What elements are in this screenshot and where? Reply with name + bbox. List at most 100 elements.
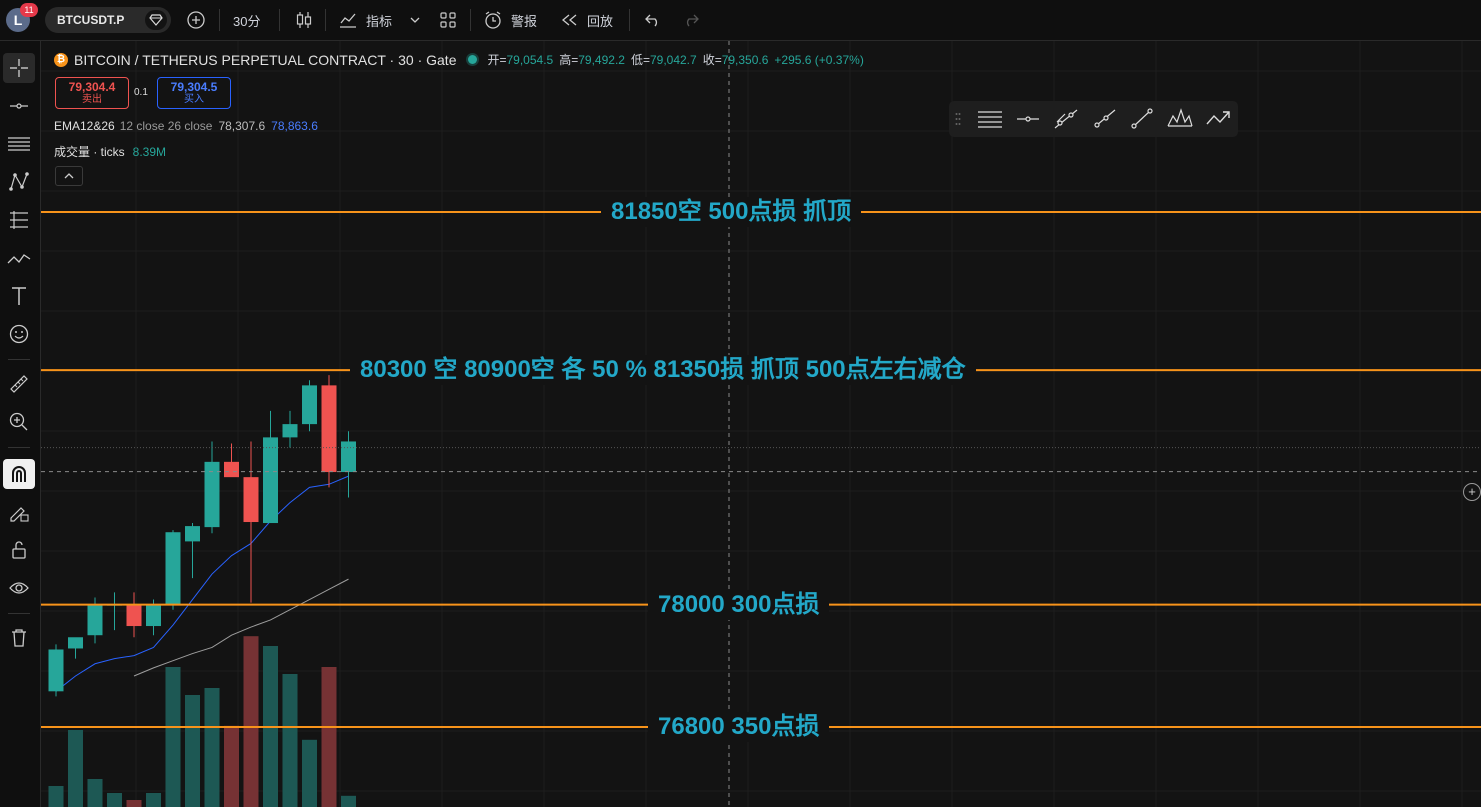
volume-bar	[48, 786, 64, 807]
parallel-lines-icon	[8, 137, 30, 151]
candle-body	[185, 526, 200, 542]
forecast-tool[interactable]	[1203, 105, 1233, 133]
volume-name: 成交量 · ticks	[54, 145, 125, 159]
annotation-label[interactable]: 81850空 500点损 抓顶	[601, 197, 862, 227]
annotation-label[interactable]: 80300 空 80900空 各 50 % 81350损 抓顶 500点左右减仓	[350, 355, 976, 386]
candle-body	[341, 441, 356, 473]
channel-tool[interactable]	[3, 129, 35, 159]
ema-fast-value: 78,863.6	[271, 119, 318, 133]
crosshair-icon	[10, 59, 28, 77]
forecast-tool[interactable]	[3, 243, 35, 273]
candle-body	[321, 385, 337, 473]
ema-params: 12 close 26 close	[119, 119, 213, 133]
pattern-icon	[9, 172, 29, 191]
annotation-label[interactable]: 76800 350点损	[648, 712, 830, 742]
candle-body	[224, 461, 239, 478]
extended-line-tool[interactable]	[1051, 105, 1081, 133]
annotation-label[interactable]: 78000 300点损	[648, 589, 830, 620]
add-order-plus-icon[interactable]: +	[1463, 483, 1481, 501]
low-value: 79,042.7	[649, 52, 697, 67]
symbol-search-button[interactable]: BTCUSDT.P	[45, 7, 171, 33]
candle-body	[146, 604, 161, 627]
fibonacci-icon	[10, 211, 28, 229]
volume-bar	[243, 636, 259, 807]
volume-bar	[341, 795, 356, 807]
replay-button[interactable]: 回放	[561, 0, 613, 40]
grip-icon	[955, 113, 961, 125]
interval-button[interactable]: 30分	[233, 0, 260, 40]
undo-button[interactable]	[643, 0, 663, 40]
collapse-legend-button[interactable]	[55, 166, 83, 186]
smiley-icon	[9, 324, 29, 344]
horizontal-line-tool[interactable]	[1013, 105, 1043, 133]
measure-tool[interactable]	[3, 369, 35, 399]
zoom-tool[interactable]	[3, 407, 35, 437]
high-value: 79,492.2	[578, 52, 625, 67]
toolbar-divider	[8, 359, 30, 360]
rewind-icon	[561, 14, 577, 26]
text-tool[interactable]	[3, 281, 35, 311]
redo-icon	[686, 14, 699, 27]
candle-body	[302, 385, 317, 425]
lock-drawings-toggle[interactable]	[3, 535, 35, 565]
parallel-channel-tool[interactable]	[975, 105, 1005, 133]
volume-bar	[282, 674, 298, 807]
volume-bar	[146, 793, 161, 807]
ema-legend[interactable]: EMA12&26 12 close 26 close 78,307.6 78,8…	[54, 119, 318, 133]
diamond-icon[interactable]	[145, 10, 167, 30]
ray-icon	[1094, 109, 1116, 128]
top-toolbar: L 11 BTCUSDT.P 30分 指标 警报 回放	[0, 0, 1481, 41]
drag-handle[interactable]	[951, 105, 965, 133]
candles-icon	[296, 12, 312, 28]
alert-button[interactable]: 警报	[483, 0, 537, 40]
open-value: 79,054.5	[506, 52, 554, 67]
horizontal-ray-tool[interactable]	[3, 91, 35, 121]
drawing-mode-toggle[interactable]	[3, 497, 35, 527]
toolbar-divider	[325, 9, 326, 31]
volume-value: 8.39M	[132, 144, 167, 159]
ray-tool[interactable]	[1089, 105, 1119, 133]
magnet-mode-toggle[interactable]	[3, 459, 35, 489]
notification-badge: 11	[20, 3, 38, 17]
price-chart[interactable]	[41, 41, 1481, 807]
zigzag-icon	[7, 254, 31, 264]
add-symbol-button[interactable]	[184, 0, 208, 40]
trend-line-tool[interactable]	[1127, 105, 1157, 133]
toolbar-divider	[470, 9, 471, 31]
layouts-button[interactable]	[437, 0, 459, 40]
head-shoulders-tool[interactable]	[1165, 105, 1195, 133]
volume-bar	[302, 739, 317, 807]
pattern-tool[interactable]	[3, 167, 35, 197]
hide-drawings-toggle[interactable]	[3, 573, 35, 603]
crosshair-tool[interactable]	[3, 53, 35, 83]
volume-legend[interactable]: 成交量 · ticks 8.39M	[54, 143, 166, 160]
emoji-tool[interactable]	[3, 319, 35, 349]
volume-bar	[68, 730, 83, 807]
candle-body	[126, 604, 142, 627]
ema-fast-line	[55, 475, 349, 692]
delete-drawings-button[interactable]	[3, 623, 35, 653]
horizontal-line-icon	[10, 103, 28, 109]
indicators-dropdown[interactable]	[410, 0, 420, 40]
buy-button[interactable]: 79,304.5 买入	[157, 77, 231, 109]
eye-icon	[9, 582, 29, 594]
volume-bar	[87, 779, 103, 807]
plus-circle-icon	[187, 11, 205, 29]
indicators-icon	[340, 13, 356, 28]
volume-bar	[107, 793, 122, 807]
volume-bar	[204, 688, 220, 807]
chart-pane[interactable]: 81850空 500点损 抓顶 80300 空 80900空 各 50 % 81…	[41, 41, 1481, 807]
candle-body	[282, 424, 298, 438]
symbol-legend[interactable]: ₿ BITCOIN / TETHERUS PERPETUAL CONTRACT …	[54, 51, 864, 68]
undo-icon	[645, 14, 658, 27]
toolbar-divider	[629, 9, 630, 31]
zoom-in-icon	[9, 412, 28, 431]
indicators-button[interactable]: 指标	[338, 0, 392, 40]
chevron-down-icon	[410, 17, 420, 23]
sell-button[interactable]: 79,304.4 卖出	[55, 77, 129, 109]
fib-tool[interactable]	[3, 205, 35, 235]
redo-button[interactable]	[681, 0, 701, 40]
zigzag-icon	[1206, 111, 1230, 125]
chart-type-button[interactable]	[293, 0, 315, 40]
trend-line-icon	[1131, 108, 1153, 129]
